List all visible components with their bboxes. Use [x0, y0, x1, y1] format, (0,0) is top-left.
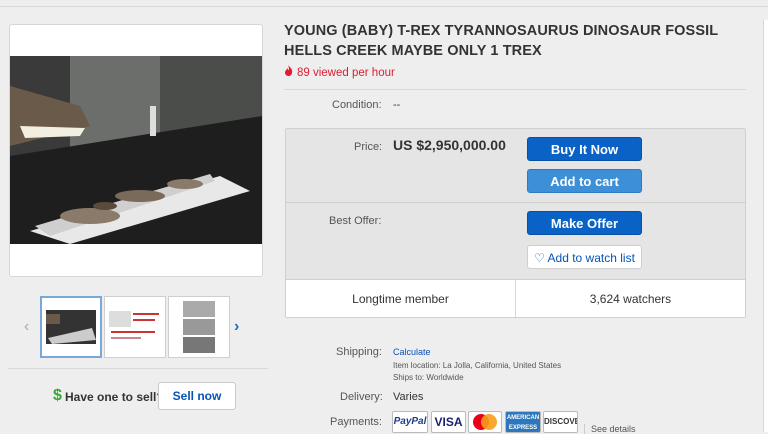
sell-now-button[interactable]: Sell now: [158, 382, 236, 410]
watch-label: Add to watch list: [547, 251, 635, 265]
thumbs-next-arrow-icon[interactable]: ›: [234, 318, 239, 336]
views-badge: 89 viewed per hour: [284, 65, 395, 79]
sell-one-section: $ Have one to sell? Sell now: [8, 368, 268, 418]
thumbnail-strip: [24, 296, 250, 360]
title-divider: [284, 89, 746, 90]
visa-logo: VISA: [431, 411, 466, 433]
heart-icon: ♡: [534, 251, 545, 265]
condition-label: Condition:: [332, 99, 382, 111]
add-to-watch-list-button[interactable]: ♡ Add to watch list: [527, 245, 642, 269]
see-details-link[interactable]: See details: [584, 424, 636, 434]
paypal-logo: PayPal: [392, 411, 428, 433]
thumbnail-1[interactable]: [40, 296, 102, 358]
buy-it-now-button[interactable]: Buy It Now: [527, 137, 642, 161]
thumbnail-2[interactable]: [104, 296, 166, 358]
listing-title: YOUNG (BABY) T-REX TYRANNOSAURUS DINOSAU…: [284, 23, 718, 59]
top-divider: [0, 6, 768, 7]
price-box-separator: [285, 202, 746, 203]
mastercard-logo: [468, 411, 502, 433]
shipping-label: Shipping:: [336, 346, 382, 358]
sell-question: Have one to sell?: [65, 390, 164, 404]
condition-value: --: [393, 99, 401, 111]
main-product-image[interactable]: [10, 56, 262, 244]
best-offer-label: Best Offer:: [329, 215, 382, 227]
views-text: 89 viewed per hour: [297, 67, 395, 79]
delivery-value: Varies: [393, 391, 424, 403]
price-value: US $2,950,000.00: [393, 137, 506, 153]
calculate-shipping-link[interactable]: Calculate: [393, 347, 431, 357]
amex-logo: AMERICAN EXPRESS: [505, 411, 541, 433]
add-to-cart-button[interactable]: Add to cart: [527, 169, 642, 193]
delivery-label: Delivery:: [340, 391, 383, 403]
watchers-count: 3,624 watchers: [589, 292, 672, 306]
right-panel-edge: [763, 20, 768, 432]
fire-icon: [284, 65, 293, 79]
ships-to: Ships to: Worldwide: [393, 373, 464, 382]
payments-label: Payments:: [330, 416, 382, 428]
price-label: Price:: [354, 141, 383, 153]
dollar-icon: $: [53, 387, 62, 404]
discover-logo: DISCOVER: [543, 411, 578, 433]
make-offer-button[interactable]: Make Offer: [527, 211, 642, 235]
longtime-member-text: Longtime member: [352, 292, 449, 306]
item-location: Item location: La Jolla, California, Uni…: [393, 361, 562, 370]
thumbnail-3[interactable]: [168, 296, 230, 358]
